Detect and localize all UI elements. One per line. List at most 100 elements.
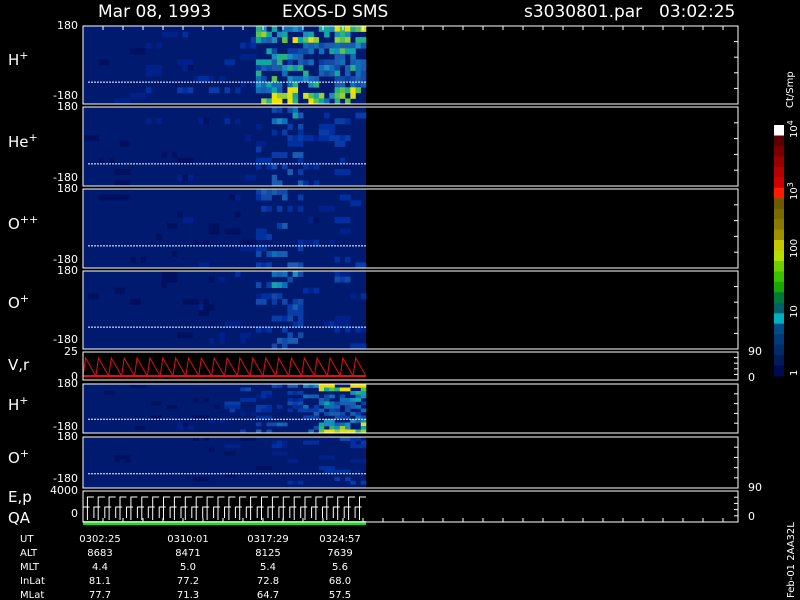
spectrogram-cell: [297, 239, 304, 246]
panel-label-6: H+: [8, 394, 29, 414]
footer-cell: 81.1: [89, 576, 111, 587]
spectrogram-cell: [297, 76, 304, 82]
spectrogram-cell: [271, 48, 278, 55]
spectrogram-cell: [193, 477, 199, 481]
spectrogram-cell: [318, 455, 325, 460]
spectrogram-cell: [345, 42, 351, 49]
spectrogram-cell: [271, 271, 278, 277]
spectrogram-cell: [271, 451, 278, 456]
spectrogram-cell: [245, 332, 251, 339]
spectrogram-cell: [287, 87, 293, 94]
spectrogram-cell: [308, 76, 314, 82]
spectrogram-cell: [339, 315, 346, 322]
spectrogram-cell: [297, 53, 304, 60]
colorbar-swatch: [774, 250, 784, 262]
spectrogram-cell: [276, 337, 283, 344]
spectrogram-cell: [276, 282, 283, 288]
spectrogram-cell: [313, 76, 320, 82]
spectrogram-cell: [303, 405, 309, 409]
spectrogram-cell: [172, 405, 178, 409]
spectrogram-cell: [345, 76, 351, 82]
colorbar-tick: 1: [789, 370, 800, 376]
spectrogram-cell: [350, 76, 356, 82]
spectrogram-cell: [98, 157, 105, 164]
spectrogram-cell: [114, 458, 120, 463]
spectrogram-cell: [329, 205, 335, 212]
spectrogram-cell: [334, 169, 341, 175]
spectrogram-cell: [124, 458, 131, 463]
spectrogram-cell: [208, 447, 215, 452]
spectrogram-cell: [324, 98, 330, 105]
spectrogram-cell: [292, 405, 299, 409]
spectrogram-cell: [334, 31, 341, 38]
spectrogram-cell: [145, 87, 152, 94]
spectrogram-cell: [339, 169, 346, 175]
spectrogram-cell: [297, 310, 304, 316]
spectrogram-cell: [255, 422, 262, 427]
spectrogram-cell: [329, 426, 335, 430]
spectrogram-cell: [287, 26, 293, 32]
spectrogram-cell: [355, 87, 361, 94]
spectrogram-cell: [203, 76, 209, 82]
spectrogram-cell: [329, 405, 335, 409]
spectrogram-cell: [292, 458, 299, 463]
spectrogram-cell: [245, 135, 251, 142]
spectrogram-cell: [271, 189, 278, 195]
header-date: Mar 08, 1993: [98, 2, 211, 22]
header-file: s3030801.par: [524, 2, 642, 22]
panel-label-5: V,r: [8, 356, 30, 374]
spectrogram-cell: [282, 451, 288, 456]
spectrogram-cell: [276, 422, 283, 427]
panel-label-sup: +: [19, 49, 28, 62]
spectrogram-cell: [329, 129, 335, 136]
colorbar-swatch: [774, 344, 784, 356]
panel-label-2: He+: [8, 131, 38, 151]
spectrogram-cell: [345, 398, 351, 402]
spectrogram-cell: [308, 239, 314, 246]
spectrogram-cell: [276, 444, 283, 449]
spectrogram-cell: [276, 405, 283, 409]
spectrogram-cell: [124, 180, 131, 187]
spectrogram-cell: [287, 53, 293, 60]
spectrogram-cell: [355, 458, 361, 463]
spectrogram-cell: [182, 65, 189, 71]
colorbar-swatch: [774, 334, 784, 346]
colorbar-swatch: [774, 229, 784, 241]
spectrogram-cell: [250, 398, 257, 402]
spectrogram-cell: [355, 384, 361, 388]
spectrogram-cell: [109, 157, 115, 164]
spectrogram-cell: [334, 53, 341, 60]
spectrogram-cell: [271, 343, 278, 350]
spectrogram-cell: [271, 129, 278, 136]
spectrogram-cell: [276, 293, 283, 300]
spectrogram-cell: [350, 92, 356, 99]
spectrogram-cell: [308, 59, 314, 66]
spectrogram-cell: [318, 98, 325, 105]
spectrogram-cell: [287, 76, 293, 82]
y-tick-bottom: 0: [71, 507, 78, 520]
spectrogram-cell: [266, 87, 272, 94]
spectrogram-cell: [345, 26, 351, 32]
spectrogram-cell: [250, 42, 257, 49]
spectrogram-cell: [355, 412, 361, 416]
spectrogram-cell: [350, 293, 356, 300]
spectrogram-cell: [318, 48, 325, 55]
spectrogram-cell: [345, 271, 351, 277]
spectrogram-cell: [287, 92, 293, 99]
spectrogram-cell: [345, 194, 351, 201]
spectrogram-cell: [350, 59, 356, 66]
spectrogram-cell: [345, 426, 351, 430]
spectrogram-cell: [318, 384, 325, 388]
spectrogram-cell: [303, 408, 309, 413]
spectrogram-cell: [313, 98, 320, 105]
footer-cell: 8125: [255, 548, 280, 559]
spectrogram-cell: [324, 455, 330, 460]
spectrogram-cell: [339, 31, 346, 38]
spectrogram-cell: [119, 287, 126, 294]
spectrogram-cell: [355, 59, 361, 66]
spectrogram-cell: [130, 92, 136, 99]
spectrogram-cell: [203, 118, 209, 125]
spectrogram-cell: [329, 65, 335, 71]
spectrogram-cell: [350, 405, 356, 409]
panel-label-sup: +: [19, 394, 28, 407]
